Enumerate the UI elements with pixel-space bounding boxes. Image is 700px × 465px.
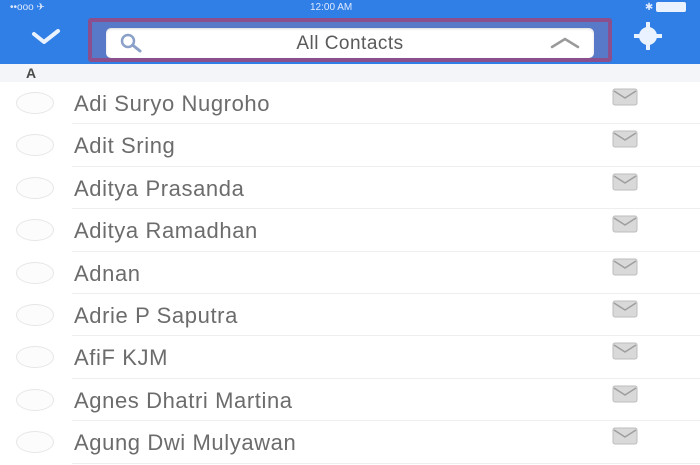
- contact-name: Adi Suryo Nugroho: [74, 91, 271, 116]
- select-radio[interactable]: [16, 261, 54, 284]
- select-radio[interactable]: [16, 134, 54, 157]
- contact-name: Adit Sring: [74, 133, 176, 159]
- status-time: 12:00 AM: [310, 2, 353, 13]
- contact-name: Aditya Prasanda: [74, 175, 245, 201]
- contact-name: AfiF KJM: [74, 345, 169, 371]
- list-item[interactable]: Aditya Ramadhan: [0, 209, 700, 252]
- contacts-screen: ••ooo ✈ 12:00 AM ✱ All Contacts A Adi Su…: [0, 0, 700, 465]
- list-item[interactable]: Adrie P Saputra: [0, 294, 700, 337]
- section-letter: A: [26, 65, 37, 81]
- battery-icon: [656, 2, 686, 13]
- mail-icon[interactable]: [612, 173, 638, 191]
- mail-icon[interactable]: [612, 258, 638, 276]
- contact-list[interactable]: Adi Suryo Nugroho Adit Sring Aditya Pras…: [0, 82, 700, 465]
- list-item[interactable]: AfiF KJM: [0, 336, 700, 379]
- add-contact-button[interactable]: [630, 18, 666, 54]
- select-radio[interactable]: [16, 388, 54, 411]
- navigation-bar: ••ooo ✈ 12:00 AM ✱ All Contacts: [0, 0, 700, 64]
- section-header: A: [0, 64, 700, 82]
- mail-icon[interactable]: [612, 300, 638, 318]
- mail-icon[interactable]: [612, 427, 638, 445]
- contact-name: Agung Dwi Mulyawan: [74, 430, 297, 456]
- select-radio[interactable]: [16, 346, 54, 369]
- mail-icon[interactable]: [612, 385, 638, 403]
- mail-icon[interactable]: [612, 215, 638, 233]
- list-item[interactable]: Aditya Prasanda: [0, 167, 700, 210]
- bluetooth-icon: ✱: [644, 2, 654, 13]
- select-radio[interactable]: [16, 219, 54, 242]
- list-item[interactable]: Adit Sring: [0, 124, 700, 167]
- mail-icon[interactable]: [612, 342, 638, 360]
- filter-title: All Contacts: [296, 33, 404, 54]
- status-bar: ••ooo ✈ 12:00 AM ✱: [0, 0, 700, 14]
- select-button[interactable]: [24, 22, 68, 52]
- contact-name: Adrie P Saputra: [74, 302, 238, 328]
- list-item[interactable]: Agung Dwi Mulyawan: [0, 421, 700, 464]
- filter-highlight: All Contacts: [88, 18, 612, 62]
- mail-icon[interactable]: [612, 130, 638, 148]
- contact-name: Aditya Ramadhan: [74, 218, 258, 244]
- row-divider: [72, 462, 700, 464]
- contact-name: Adnan: [74, 260, 141, 286]
- status-right: ✱: [645, 2, 686, 13]
- contact-name: Agnes Dhatri Martina: [74, 387, 293, 413]
- select-radio[interactable]: [16, 431, 54, 454]
- signal-indicator: ••ooo ✈: [10, 2, 45, 13]
- checkmark-icon: [32, 29, 60, 44]
- mail-icon[interactable]: [612, 88, 638, 106]
- list-item[interactable]: Adnan: [0, 252, 700, 294]
- select-radio[interactable]: [16, 303, 54, 326]
- chevron-up-icon: [550, 37, 580, 49]
- select-radio[interactable]: [16, 92, 54, 114]
- list-item[interactable]: Agnes Dhatri Martina: [0, 379, 700, 422]
- list-item[interactable]: Adi Suryo Nugroho: [0, 82, 700, 125]
- select-radio[interactable]: [16, 176, 54, 199]
- contact-filter-selector[interactable]: All Contacts: [106, 28, 594, 58]
- add-contact-icon: [634, 22, 662, 50]
